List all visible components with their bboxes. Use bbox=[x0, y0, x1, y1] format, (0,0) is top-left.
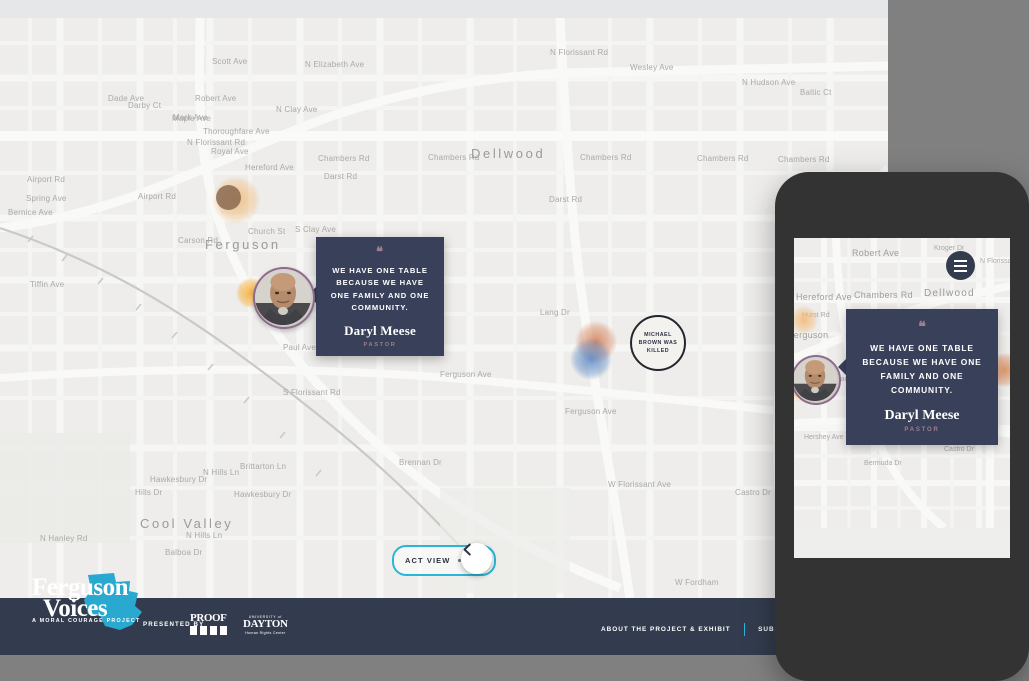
map-street-label: Darst Rd bbox=[549, 195, 583, 204]
map-street-label: N Clay Ave bbox=[276, 105, 318, 114]
phone-quote-author-role: PASTOR bbox=[904, 426, 940, 433]
map-street-label: S Florissant Rd bbox=[283, 388, 341, 397]
map-street-label: Chambers Rd bbox=[428, 153, 480, 162]
map-street-label: W Fordham bbox=[675, 578, 719, 587]
phone-map-street-label: Dellwood bbox=[924, 288, 975, 299]
phone-quote-mark-icon: ❝ bbox=[918, 320, 926, 336]
map-street-label: Scott Ave bbox=[212, 57, 248, 66]
map-street-label: Paul Ave bbox=[283, 343, 317, 352]
map-street-label: N Hills Ln bbox=[203, 468, 240, 477]
phone-map-street-label: Castro Dr bbox=[944, 446, 974, 453]
screenshot-stage: Ferguson Dellwood Cool Valley Scott Ave R… bbox=[0, 0, 1029, 681]
map-street-label: Hawkesbury Dr bbox=[234, 490, 292, 499]
map-street-label: N Florissant Rd bbox=[550, 48, 609, 57]
map-street-label: N Elizabeth Ave bbox=[305, 60, 365, 69]
map-street-label: Hawkesbury Dr bbox=[150, 475, 208, 484]
avatar-photo bbox=[255, 269, 311, 325]
chevron-left-icon bbox=[463, 543, 471, 556]
map-street-label: N Florissant Rd bbox=[187, 138, 246, 147]
partner-logo-proof[interactable]: PROOF bbox=[190, 613, 236, 635]
hamburger-menu-icon[interactable] bbox=[946, 251, 975, 280]
marker-michael-brown-killed[interactable]: MICHAEL BROWN WAS KILLED bbox=[630, 315, 686, 371]
phone-avatar-photo bbox=[794, 357, 837, 401]
phone-map[interactable]: Robert Ave Kroger Dr Chambers Rd Dellwood He… bbox=[794, 238, 1010, 528]
phone-map-street-label: N Florissant Ave bbox=[980, 258, 1010, 265]
map-street-label: Airport Rd bbox=[27, 175, 66, 184]
map-street-label: Darst Rd bbox=[324, 172, 358, 181]
map-street-label: Chambers Rd bbox=[318, 154, 370, 163]
map-street-label: Carson Rd bbox=[178, 236, 219, 245]
quote-author-name: Daryl Meese bbox=[344, 323, 416, 339]
map-street-label: Brittarton Ln bbox=[240, 462, 287, 471]
quote-mark-icon: ❝ bbox=[376, 243, 384, 259]
quote-card[interactable]: ❝ WE HAVE ONE TABLE BECAUSE WE HAVE ONE … bbox=[316, 237, 444, 356]
map-street-label: Chambers Rd bbox=[778, 155, 830, 164]
map-street-label: N Hills Ln bbox=[186, 531, 223, 540]
map-street-label: N Hanley Rd bbox=[40, 534, 88, 543]
phone-map-street-label: Hershey Ave bbox=[804, 434, 844, 441]
phone-map-street-label: Chambers Rd bbox=[854, 290, 913, 300]
map-street-label: N Hudson Ave bbox=[742, 78, 796, 87]
map-street-label: Balboa Dr bbox=[165, 548, 203, 557]
map-street-label: Brennan Dr bbox=[399, 458, 442, 467]
phone-screen[interactable]: Robert Ave Kroger Dr Chambers Rd Dellwood He… bbox=[794, 238, 1010, 558]
map-street-label: Wesley Ave bbox=[630, 63, 674, 72]
map-pin-glow-blue[interactable] bbox=[570, 338, 612, 380]
act-view-back-button[interactable] bbox=[461, 543, 492, 574]
map-street-label: Baltic Ct bbox=[800, 88, 832, 97]
dayton-wordmark: DAYTON bbox=[243, 618, 288, 630]
map-street-label: Bernice Ave bbox=[8, 208, 53, 217]
map-street-label: Thoroughfare Ave bbox=[203, 127, 270, 136]
phone-map-street-label: Robert Ave bbox=[852, 248, 900, 258]
site-logo[interactable]: Ferguson Voices A MORAL COURAGE PROJECT bbox=[18, 570, 146, 632]
phone-quote-text: WE HAVE ONE TABLE BECAUSE WE HAVE ONE FA… bbox=[862, 343, 982, 395]
phone-quote-card[interactable]: ❝ WE HAVE ONE TABLE BECAUSE WE HAVE ONE … bbox=[846, 309, 998, 445]
footer-link-about[interactable]: ABOUT THE PROJECT & EXHIBIT bbox=[601, 626, 731, 633]
map-label-cool-valley: Cool Valley bbox=[140, 516, 234, 531]
phone-map-street-label: Hereford Ave bbox=[796, 292, 852, 302]
logo-tagline: A MORAL COURAGE PROJECT bbox=[32, 618, 141, 624]
map-street-label: Ferguson Ave bbox=[440, 370, 492, 379]
dayton-sub-text: Human Rights Center bbox=[245, 631, 286, 635]
quote-text: WE HAVE ONE TABLE BECAUSE WE HAVE ONE FA… bbox=[330, 265, 430, 312]
map-street-label: W Florissant Ave bbox=[608, 480, 672, 489]
map-street-label: Airport Rd bbox=[138, 192, 177, 201]
map-street-label: Church St bbox=[248, 227, 286, 236]
act-view-label: ACT VIEW bbox=[405, 556, 451, 565]
phone-quote-author-name: Daryl Meese bbox=[884, 407, 960, 423]
proof-squares-icon bbox=[190, 626, 236, 635]
marker-michael-brown-label: MICHAEL BROWN WAS KILLED bbox=[638, 331, 678, 355]
map-pin-brown[interactable] bbox=[216, 185, 241, 210]
map-street-label: Royal Ave bbox=[211, 147, 249, 156]
map-street-label: Castro Dr bbox=[735, 488, 772, 497]
quote-author-role: PASTOR bbox=[363, 342, 397, 349]
map-street-label: Hereford Ave bbox=[245, 163, 294, 172]
map-street-label: Darby Ct bbox=[128, 101, 162, 110]
map-label-dellwood: Dellwood bbox=[471, 146, 546, 161]
proof-wordmark: PROOF bbox=[190, 612, 227, 624]
map-street-label: Tiffin Ave bbox=[30, 280, 65, 289]
map-street-label: Spring Ave bbox=[26, 194, 67, 203]
phone-mockup: Robert Ave Kroger Dr Chambers Rd Dellwood He… bbox=[775, 172, 1029, 681]
desktop-site: Ferguson Dellwood Cool Valley Scott Ave R… bbox=[0, 0, 888, 655]
map-street-label: Lang Dr bbox=[540, 308, 570, 317]
map-street-label: Mark Ave bbox=[173, 113, 208, 122]
partner-logo-dayton[interactable]: UNIVERSITY of DAYTON Human Rights Center bbox=[243, 615, 288, 635]
footer-link-divider bbox=[743, 623, 746, 636]
map-street-label: Hills Dr bbox=[135, 488, 163, 497]
map-street-label: Chambers Rd bbox=[697, 154, 749, 163]
map-street-label: S Clay Ave bbox=[295, 225, 336, 234]
map-street-label: Robert Ave bbox=[195, 94, 237, 103]
avatar[interactable] bbox=[253, 267, 315, 329]
top-strip bbox=[0, 0, 888, 18]
map-street-label: Ferguson Ave bbox=[565, 407, 617, 416]
map-canvas[interactable]: Ferguson Dellwood Cool Valley Scott Ave R… bbox=[0, 18, 888, 598]
map-street-label: Chambers Rd bbox=[580, 153, 632, 162]
phone-map-street-label: Bermuda Dr bbox=[864, 460, 902, 467]
